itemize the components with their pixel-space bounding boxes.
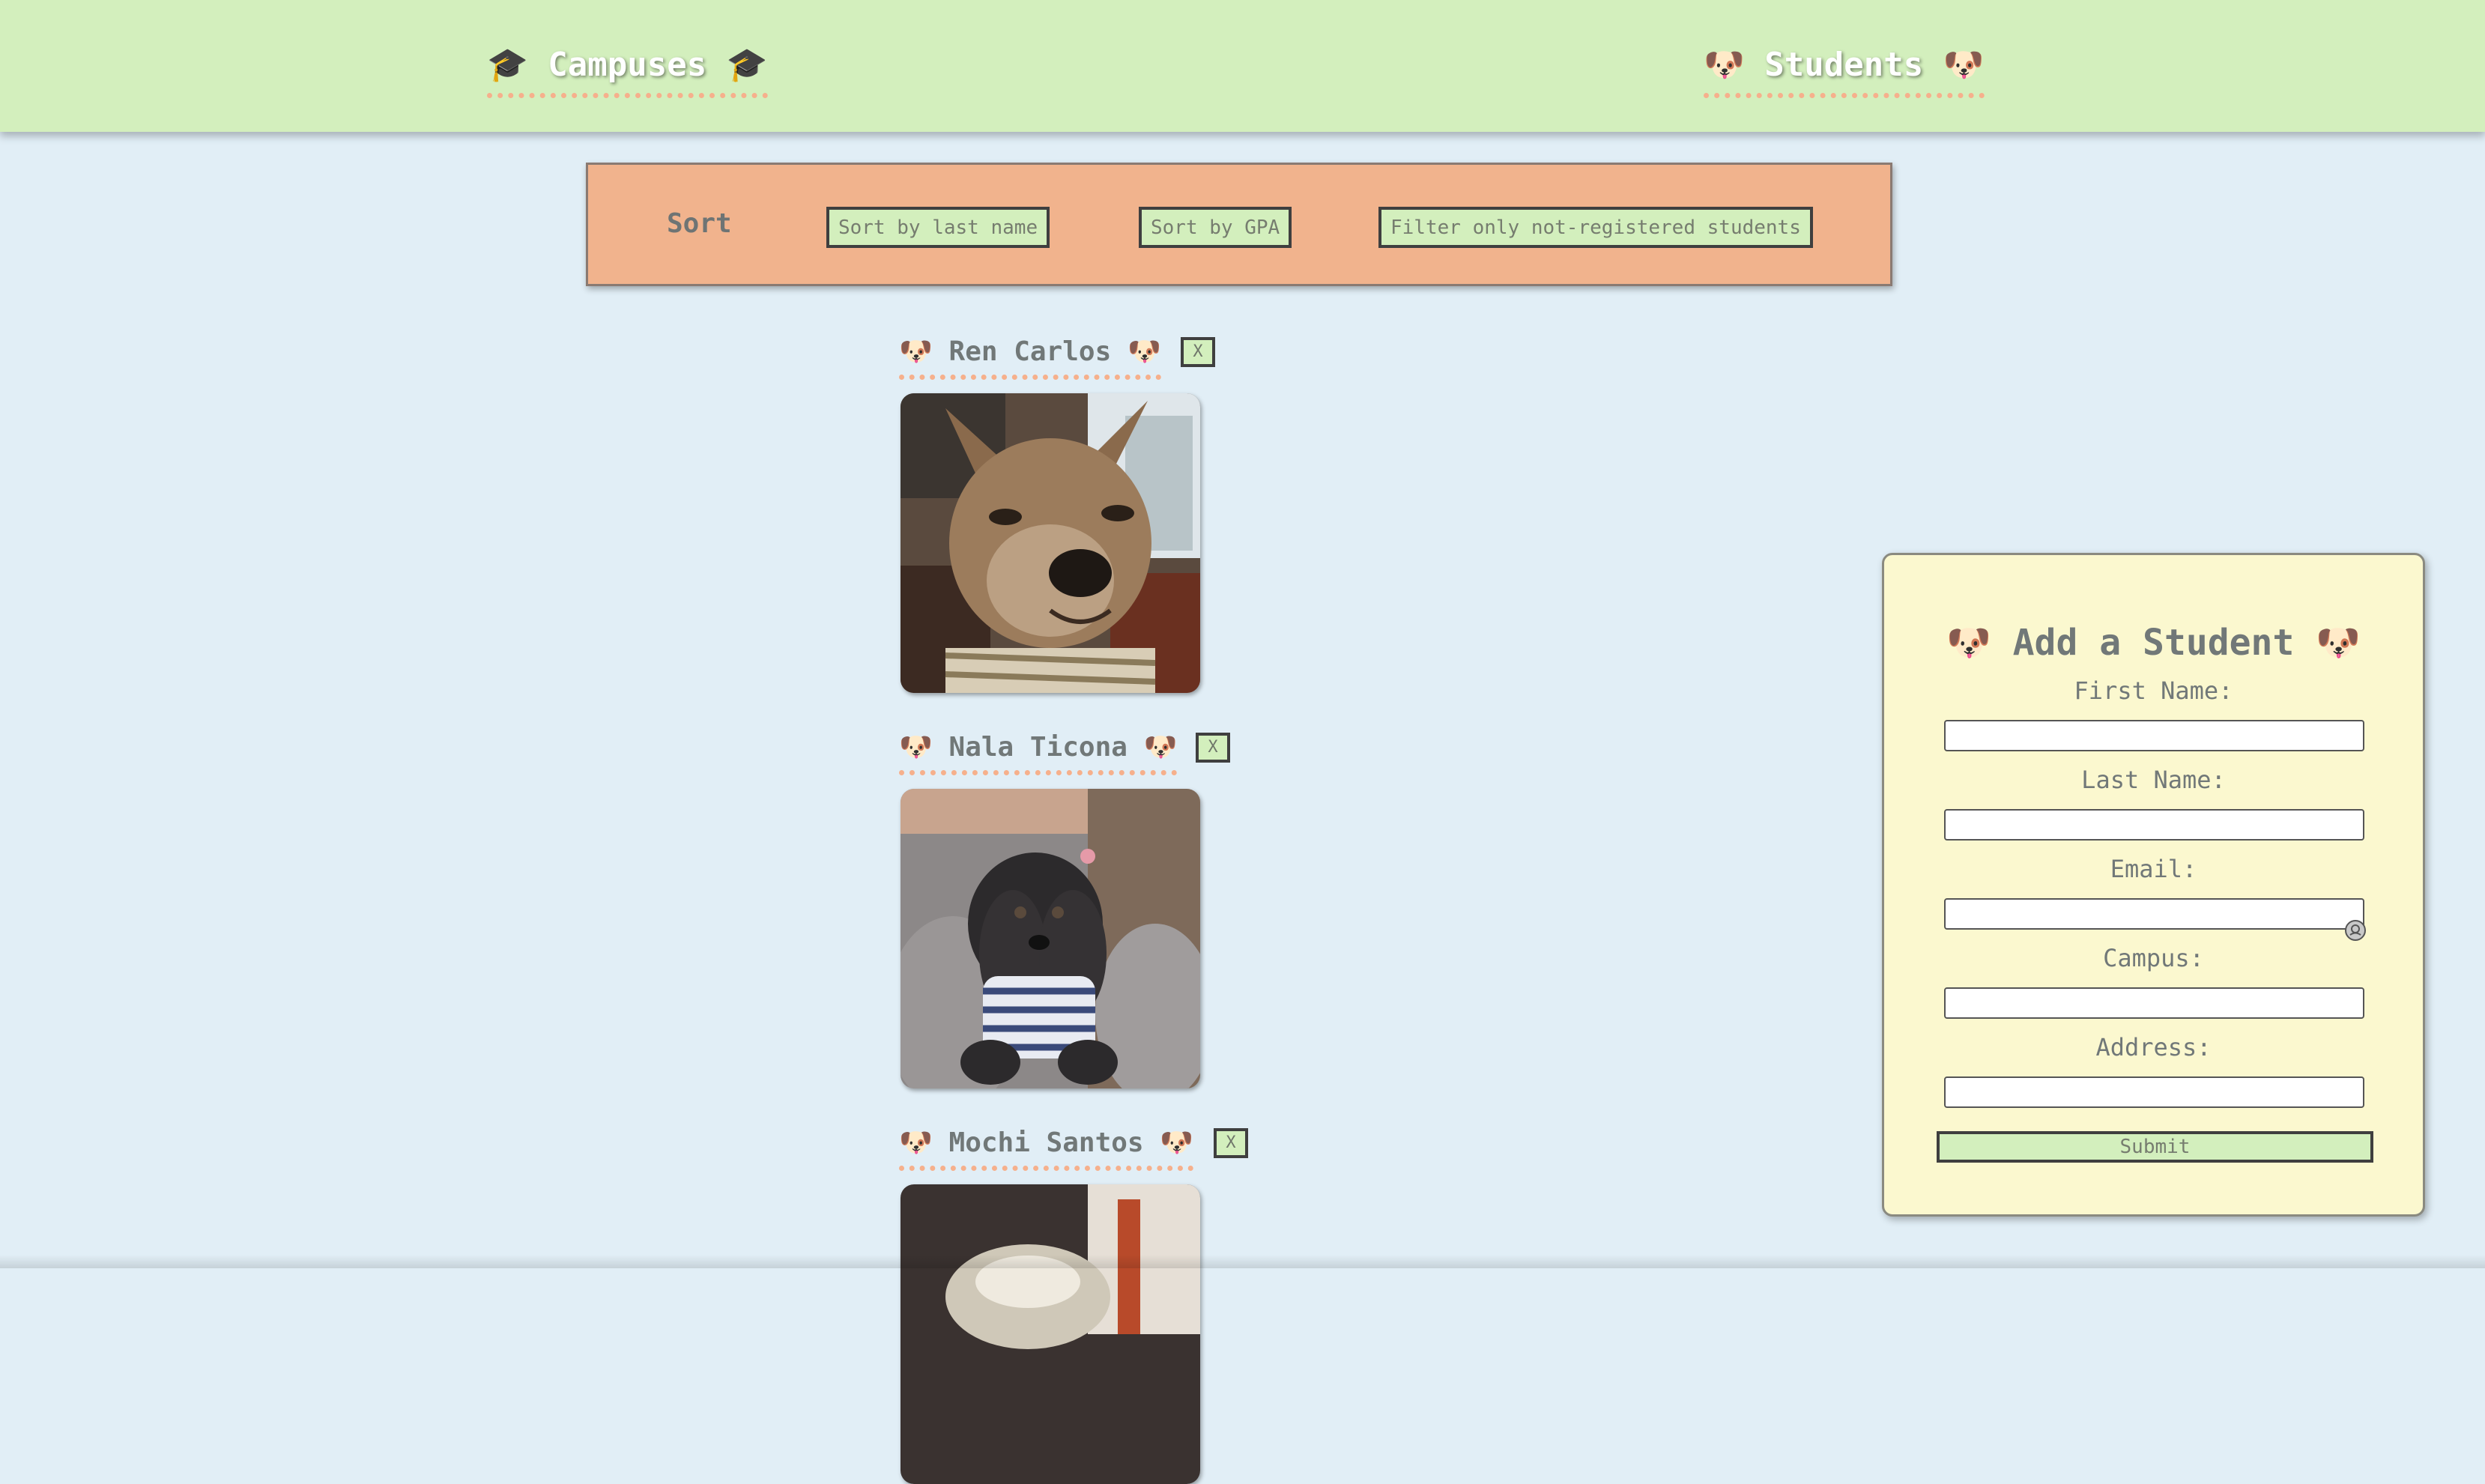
student-photo[interactable] (901, 1184, 1200, 1484)
dog-face-icon: 🐶 (2316, 622, 2361, 664)
sort-by-last-name-button[interactable]: Sort by last name (826, 207, 1050, 248)
graduation-cap-icon: 🎓 (726, 46, 768, 84)
form-title-text: Add a Student (2012, 622, 2295, 664)
delete-student-button[interactable]: X (1181, 337, 1215, 367)
sort-by-gpa-button[interactable]: Sort by GPA (1139, 207, 1292, 248)
student-name-link[interactable]: 🐶 Nala Ticona 🐶 (899, 725, 1178, 775)
bottom-edge-shadow (0, 1255, 2485, 1268)
dog-photo-icon (901, 1184, 1200, 1484)
sort-label: Sort (667, 208, 732, 239)
dog-face-icon: 🐶 (1946, 622, 1991, 664)
top-navbar: 🎓 Campuses 🎓 🐶 Students 🐶 (0, 0, 2485, 132)
filter-not-registered-button[interactable]: Filter only not-registered students (1378, 207, 1813, 248)
dog-face-icon: 🐶 (899, 336, 933, 367)
dog-face-icon: 🐶 (1143, 732, 1178, 763)
add-student-form: 🐶 Add a Student 🐶 First Name: Last Name:… (1882, 553, 2425, 1217)
delete-student-button[interactable]: X (1214, 1128, 1248, 1158)
address-field[interactable] (1944, 1076, 2364, 1108)
nav-link-campuses[interactable]: 🎓 Campuses 🎓 (487, 37, 768, 98)
delete-student-button[interactable]: X (1196, 733, 1230, 763)
dog-face-icon: 🐶 (899, 732, 933, 763)
first-name-field[interactable] (1944, 720, 2364, 751)
first-name-label: First Name: (2074, 676, 2233, 705)
last-name-field[interactable] (1944, 809, 2364, 841)
nav-campuses-label: Campuses (548, 46, 707, 84)
student-name-link[interactable]: 🐶 Ren Carlos 🐶 (899, 330, 1161, 380)
student-name: Ren Carlos (948, 336, 1112, 367)
submit-button[interactable]: Submit (1937, 1131, 2373, 1163)
student-name: Mochi Santos (948, 1127, 1144, 1158)
password-manager-icon[interactable] (2343, 918, 2367, 942)
dog-face-icon: 🐶 (1943, 46, 1985, 84)
poodle-photo-icon (901, 789, 1200, 1088)
campus-label: Campus: (2103, 944, 2204, 972)
student-name-link[interactable]: 🐶 Mochi Santos 🐶 (899, 1121, 1194, 1171)
email-field[interactable] (1944, 898, 2364, 930)
chihuahua-photo-icon (901, 393, 1200, 693)
dog-face-icon: 🐶 (1127, 336, 1161, 367)
sort-bar: Sort Sort by last name Sort by GPA Filte… (586, 163, 1892, 286)
student-photo[interactable] (901, 393, 1200, 693)
graduation-cap-icon: 🎓 (487, 46, 528, 84)
student-photo[interactable] (901, 789, 1200, 1088)
form-title: 🐶 Add a Student 🐶 (1884, 621, 2423, 664)
nav-link-students[interactable]: 🐶 Students 🐶 (1704, 37, 1985, 98)
dog-face-icon: 🐶 (1160, 1127, 1194, 1158)
campus-field[interactable] (1944, 987, 2364, 1019)
student-name: Nala Ticona (948, 732, 1128, 763)
nav-students-label: Students (1764, 46, 1924, 84)
address-label: Address: (2095, 1033, 2212, 1061)
dog-face-icon: 🐶 (899, 1127, 933, 1158)
last-name-label: Last Name: (2081, 766, 2226, 794)
email-label: Email: (2110, 855, 2197, 883)
dog-face-icon: 🐶 (1704, 46, 1745, 84)
